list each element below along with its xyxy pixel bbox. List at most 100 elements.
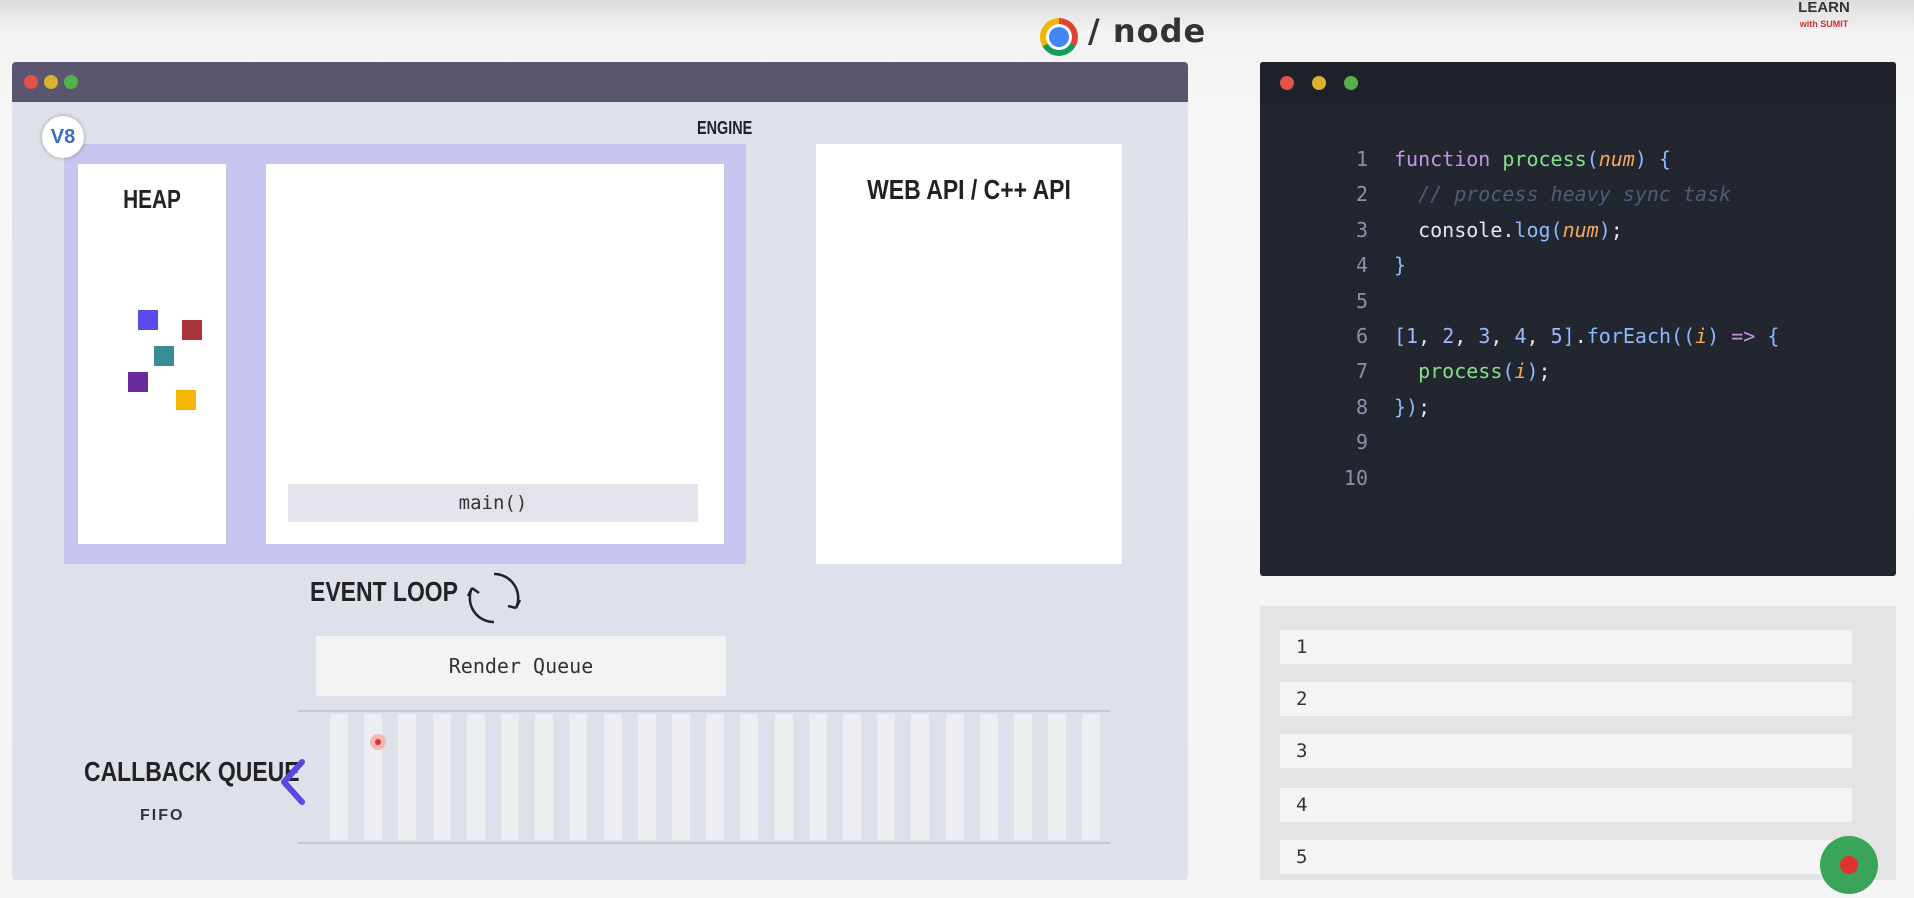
line-number: 9: [1355, 430, 1368, 455]
code-token: process: [1502, 147, 1587, 171]
code-area[interactable]: 1 function process(num) {2 // process hea…: [1320, 142, 1780, 496]
callback-queue-slot: [398, 714, 417, 840]
code-token: ) {: [1634, 147, 1671, 171]
code-token: ]: [1562, 324, 1575, 349]
line-number: 1: [1355, 147, 1368, 171]
code-line: 10: [1320, 461, 1779, 496]
code-token: }): [1394, 394, 1419, 419]
code-token: =>: [1731, 324, 1756, 349]
heap-object: [138, 310, 158, 330]
window-close-button[interactable]: [24, 75, 38, 89]
code-token: 4: [1514, 324, 1527, 349]
callback-queue-slot: [740, 714, 759, 840]
code-token: 3: [1478, 324, 1491, 349]
v8-logo-icon: V8: [42, 116, 84, 158]
callback-queue-slot: [330, 714, 348, 840]
code-token: i: [1695, 324, 1708, 349]
code-token: [: [1394, 324, 1407, 349]
callback-queue-slot: [706, 714, 725, 840]
line-number: 5: [1355, 288, 1368, 313]
code-token: ,: [1418, 324, 1443, 349]
heap-object: [128, 372, 148, 392]
window-titlebar: [12, 62, 1188, 102]
callback-queue-title: CALLBACK QUEUE: [84, 756, 300, 787]
callback-queue-top-border: [298, 710, 1110, 712]
console-output-row: 1: [1280, 630, 1852, 664]
callback-queue-slot: [1082, 714, 1101, 840]
callback-queue-slot: [569, 714, 588, 840]
line-number: 7: [1355, 359, 1368, 384]
callback-queue-slot: [637, 714, 656, 840]
code-token: num: [1562, 217, 1599, 242]
callback-queue-slot: [432, 714, 451, 840]
code-line: 2 // process heavy sync task: [1320, 177, 1779, 212]
callback-queue-slot: [979, 714, 998, 840]
console-output-row: 3: [1280, 734, 1852, 768]
code-token: 5: [1550, 324, 1563, 349]
code-token: 2: [1442, 324, 1455, 349]
learn-with-sumit-logo: LEARN with SUMIT: [1798, 0, 1850, 29]
line-number: 4: [1355, 253, 1368, 278]
mouse-cursor-indicator: [370, 734, 386, 750]
callback-queue-slot: [1048, 714, 1067, 840]
code-token: (: [1586, 147, 1599, 171]
editor-minimize-button[interactable]: [1312, 76, 1326, 90]
event-loop-cycle-icon: [466, 572, 522, 624]
chevron-left-icon: [281, 759, 305, 805]
callback-queue-slot: [501, 714, 519, 840]
code-line: 4}: [1320, 248, 1779, 283]
code-token: ): [1707, 324, 1732, 349]
heap-panel: HEAP: [78, 164, 226, 544]
code-line: 8});: [1320, 390, 1779, 425]
callback-queue-fifo-label: FIFO: [140, 807, 185, 824]
code-token: ,: [1454, 324, 1479, 349]
code-editor-window: 1 function process(num) {2 // process hea…: [1260, 62, 1896, 576]
engine-label: ENGINE: [697, 118, 753, 138]
code-token: ,: [1526, 324, 1551, 349]
render-queue: Render Queue: [316, 636, 726, 696]
console-output-row: 5: [1280, 840, 1852, 874]
editor-close-button[interactable]: [1280, 76, 1294, 90]
callback-queue-slots: [330, 714, 1110, 840]
code-line: 7 process(i);: [1320, 354, 1779, 389]
callback-queue-slot: [911, 714, 930, 840]
callback-queue-slot: [877, 714, 896, 840]
window-minimize-button[interactable]: [44, 75, 58, 89]
callback-queue-slot: [774, 714, 793, 840]
editor-titlebar: [1260, 62, 1896, 104]
callback-queue-slot: [808, 714, 827, 840]
code-token: num: [1598, 147, 1635, 171]
heap-object: [182, 320, 202, 340]
web-api-panel: WEB API / C++ API: [816, 144, 1122, 564]
callback-queue-slot: [672, 714, 690, 840]
code-token: log(: [1514, 217, 1563, 242]
window-maximize-button[interactable]: [64, 75, 78, 89]
code-token: ;: [1418, 394, 1431, 419]
callback-queue-slot: [1014, 714, 1032, 840]
callback-queue-bottom-border: [298, 842, 1110, 844]
editor-maximize-button[interactable]: [1344, 76, 1358, 90]
callback-queue-slot: [603, 714, 622, 840]
record-button[interactable]: [1820, 836, 1878, 894]
code-token: // process heavy sync task: [1394, 182, 1732, 207]
callback-queue-slot: [945, 714, 964, 840]
node-logo: / node: [1088, 12, 1207, 50]
code-token: .: [1574, 324, 1587, 349]
code-token: }: [1394, 253, 1407, 278]
code-token: ;: [1610, 217, 1623, 242]
console-output-panel: 1 2 3 4 5: [1260, 606, 1896, 880]
code-token: ): [1598, 217, 1611, 242]
callback-queue-slot: [535, 714, 554, 840]
code-token: ;: [1538, 359, 1551, 384]
line-number: 3: [1355, 217, 1368, 242]
code-token: ,: [1490, 324, 1515, 349]
code-token: {: [1755, 324, 1780, 349]
runtime-visualization-window: ENGINE V8 HEAP main() WEB API / C++ API …: [12, 62, 1188, 880]
event-loop-label: EVENT LOOP: [310, 576, 458, 607]
heap-object: [154, 346, 174, 366]
callback-queue-slot: [364, 714, 383, 840]
code-line: 5: [1320, 284, 1779, 319]
code-token: 1: [1406, 324, 1419, 349]
console-output-row: 4: [1280, 788, 1852, 822]
callback-queue-slot: [466, 714, 485, 840]
